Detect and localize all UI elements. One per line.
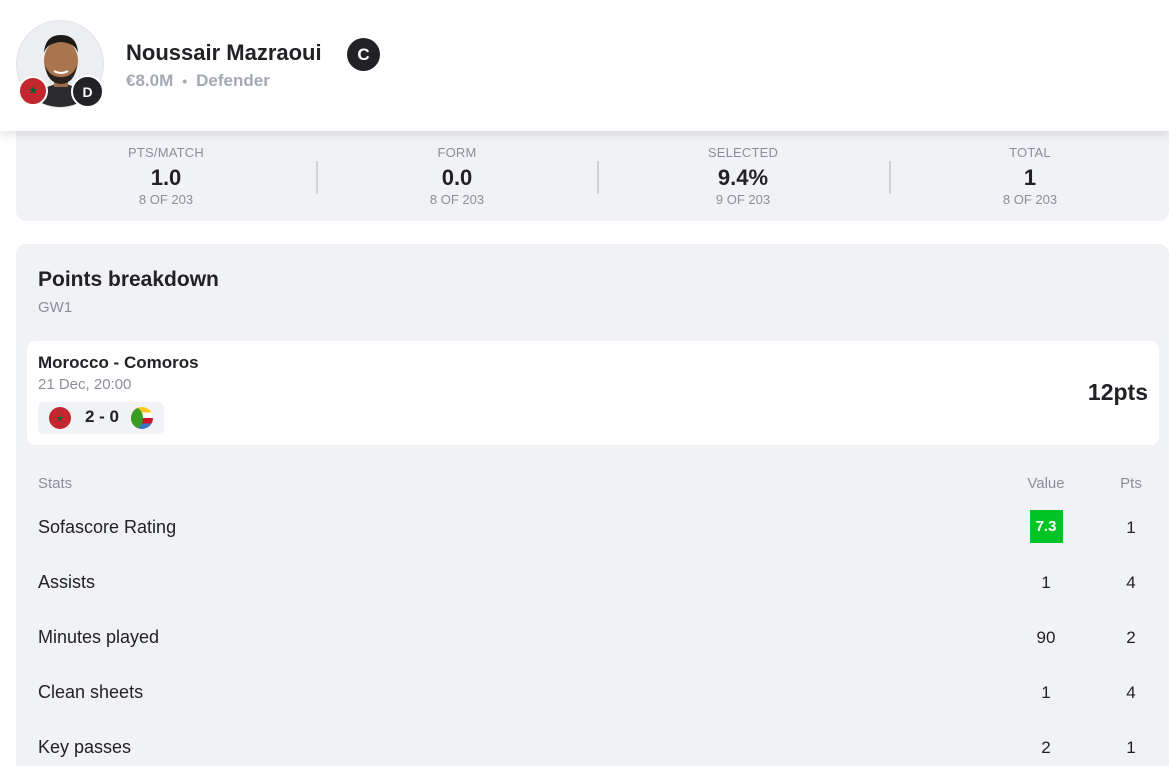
stat-row-pts: 2 — [1126, 628, 1136, 647]
rating-value: 7.3 — [1016, 510, 1076, 543]
stat-label: FORM — [437, 145, 477, 160]
stat-row-value: 1 — [1041, 683, 1051, 702]
stat-row-label: Minutes played — [38, 627, 160, 647]
meta-separator: • — [182, 73, 188, 89]
stat-rank: 8 OF 203 — [1002, 192, 1058, 207]
stat-row-label: Sofascore Rating — [38, 517, 177, 537]
stat-label: PTS/MATCH — [128, 145, 204, 160]
match-score-pill: ★ 2 - 0 — [38, 402, 164, 434]
flag-star: ★ — [55, 412, 65, 423]
player-position: Defender — [196, 71, 270, 90]
flag-star: ★ — [28, 84, 38, 97]
player-price: €8.0M — [126, 71, 174, 90]
match-title: Morocco - Comoros — [38, 353, 199, 372]
stat-value: 9.4% — [717, 165, 769, 190]
stat-row-value: 90 — [1036, 628, 1056, 647]
stat-row-label: Assists — [38, 572, 96, 592]
position-badge: D — [71, 75, 104, 108]
player-avatar-group: ★ D — [16, 20, 104, 108]
stat-selected: SELECTED 9.4% 9 OF 203 — [643, 145, 843, 207]
stat-label: SELECTED — [707, 145, 779, 160]
stat-value: 1 — [1023, 165, 1037, 190]
rating-badge: 7.3 — [1029, 510, 1063, 543]
column-header-pts: Pts — [1120, 475, 1142, 492]
captain-badge[interactable]: C — [347, 38, 380, 71]
stat-value: 1.0 — [150, 165, 182, 190]
stat-rank: 9 OF 203 — [715, 192, 771, 207]
stat-row-label: Key passes — [38, 737, 132, 757]
points-breakdown-card: Points breakdown GW1 Morocco - Comoros 2… — [16, 244, 1169, 766]
stat-row-value: 1 — [1041, 573, 1051, 592]
stat-divider — [597, 161, 599, 194]
stat-label: TOTAL — [1009, 145, 1051, 160]
stat-rank: 8 OF 203 — [429, 192, 485, 207]
stat-form: FORM 0.0 8 OF 203 — [357, 145, 557, 207]
summary-stats-card: PTS/MATCH 1.0 8 OF 203 FORM 0.0 8 OF 203… — [16, 131, 1169, 221]
stat-divider — [316, 161, 318, 194]
column-header-stats: Stats — [38, 475, 73, 492]
stat-row-pts: 4 — [1126, 683, 1136, 702]
stat-total: TOTAL 1 8 OF 203 — [930, 145, 1130, 207]
stat-rank: 8 OF 203 — [138, 192, 194, 207]
stat-row-label: Clean sheets — [38, 682, 144, 702]
match-points: 12pts — [1087, 379, 1148, 405]
stat-row-pts: 1 — [1126, 518, 1136, 537]
stat-row-pts: 4 — [1126, 573, 1136, 592]
player-name: Noussair Mazraoui — [126, 40, 322, 65]
column-header-value: Value — [1027, 475, 1065, 492]
stat-value: 0.0 — [441, 165, 473, 190]
player-header: ★ D Noussair Mazraoui C €8.0M • Defender — [0, 0, 1169, 131]
player-meta: €8.0M • Defender — [126, 71, 270, 91]
morocco-flag-icon: ★ — [18, 76, 48, 106]
comoros-flag-icon — [131, 407, 153, 429]
match-date: 21 Dec, 20:00 — [38, 376, 132, 393]
stat-divider — [889, 161, 891, 194]
breakdown-title: Points breakdown — [38, 268, 219, 291]
morocco-flag-icon: ★ — [49, 407, 71, 429]
gameweek-label: GW1 — [38, 299, 73, 316]
stat-row-pts: 1 — [1126, 738, 1136, 757]
match-score: 2 - 0 — [84, 407, 120, 426]
match-card[interactable]: Morocco - Comoros 21 Dec, 20:00 ★ 2 - 0 … — [27, 341, 1159, 445]
stat-row-value: 2 — [1041, 738, 1051, 757]
stat-pts-per-match: PTS/MATCH 1.0 8 OF 203 — [66, 145, 266, 207]
